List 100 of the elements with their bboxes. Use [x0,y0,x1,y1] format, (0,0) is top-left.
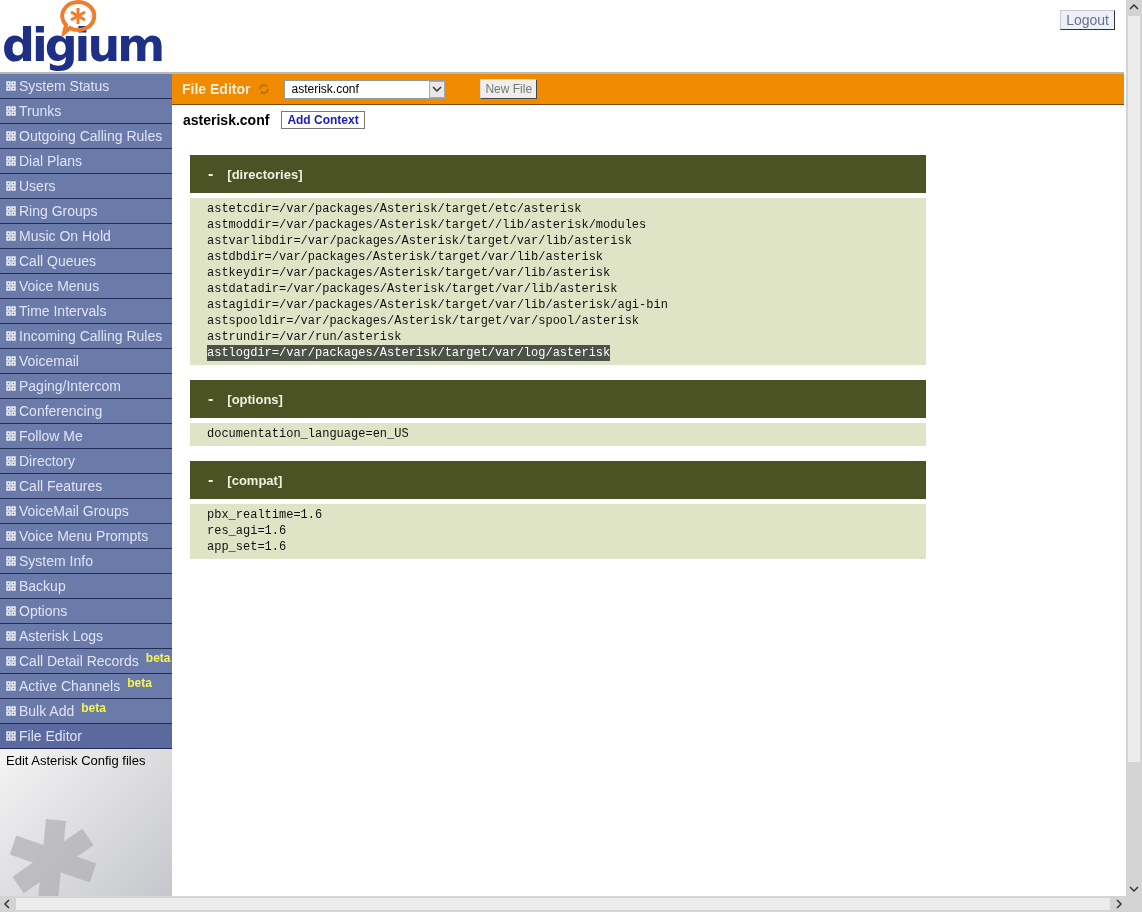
config-line: astrundir=/var/run/asterisk [207,329,402,345]
sidebar-item[interactable]: Call Detail Records $^{beta}$ [0,649,172,674]
toolbar-title: File Editor [182,81,251,97]
section-title: [options] [227,391,283,407]
menu-grid-icon [6,256,16,266]
sidebar-item-label: Directory [19,453,75,469]
config-line: astvarlibdir=/var/packages/Asterisk/target/var/lib/asterisk [207,233,632,249]
sidebar-item[interactable]: Paging/Intercom [0,374,172,399]
sidebar-item-label: Outgoing Calling Rules [19,128,163,144]
sidebar-item[interactable]: System Status [0,74,172,99]
sidebar-item[interactable]: File Editor [0,724,172,749]
sidebar-item[interactable]: Asterisk Logs [0,624,172,649]
file-select[interactable]: asterisk.conf [284,79,447,99]
menu-grid-icon [6,131,16,141]
sidebar-item-label: File Editor [19,728,83,744]
sidebar-item-label: Backup [19,578,66,594]
add-context-button[interactable]: Add Context [281,111,365,129]
sidebar-item[interactable]: Call Features [0,474,172,499]
sidebar-item[interactable]: Incoming Calling Rules [0,324,172,349]
menu-grid-icon [6,106,16,116]
menu-grid-icon [6,331,16,341]
collapse-toggle[interactable]: - [208,390,214,408]
sidebar-item-label: VoiceMail Groups [19,503,129,519]
config-line: astetcdir=/var/packages/Asterisk/target/etc/asterisk [207,201,582,217]
menu-grid-icon [6,281,16,291]
page-description: Edit Asterisk Config files [5,752,147,770]
sidebar-item[interactable]: Outgoing Calling Rules [0,124,172,149]
sidebar-item[interactable]: Conferencing [0,399,172,424]
collapse-toggle[interactable]: - [208,165,214,183]
sidebar-item[interactable]: Call Queues [0,249,172,274]
sidebar-item-label: Music On Hold [19,228,111,244]
menu-grid-icon [6,156,16,166]
sidebar-item[interactable]: Backup [0,574,172,599]
menu-grid-icon [6,631,16,641]
sidebar-item-label: Ring Groups [19,203,98,219]
sidebar-item[interactable]: Dial Plans [0,149,172,174]
sidebar-item[interactable]: Voicemail [0,349,172,374]
menu-grid-icon [6,231,16,241]
sidebar-item[interactable]: Music On Hold [0,224,172,249]
menu-grid-icon [6,506,16,516]
sidebar-item[interactable]: Options [0,599,172,624]
menu-grid-icon [6,556,16,566]
sidebar-item-label: Bulk Add [19,703,75,719]
config-line: astkeydir=/var/packages/Asterisk/target/var/lib/asterisk [207,265,611,281]
menu-grid-icon [6,581,16,591]
menu-grid-icon [6,731,16,741]
sidebar-item-label: Voice Menu Prompts [19,528,149,544]
logout-button[interactable]: Logout [1060,10,1115,30]
sidebar-item-label: Dial Plans [19,153,83,169]
sidebar-item[interactable]: Ring Groups [0,199,172,224]
config-line: astmoddir=/var/packages/Asterisk/target//lib/asterisk/modules [207,217,647,233]
sidebar-item[interactable]: Voice Menu Prompts [0,524,172,549]
section-title: [directories] [227,166,303,182]
beta-label: beta [81,701,106,715]
menu-grid-icon [6,206,16,216]
sidebar-item[interactable]: Follow Me [0,424,172,449]
sidebar-item[interactable]: Active Channels $^{beta}$ [0,674,172,699]
sidebar-item-label: Conferencing [19,403,103,419]
sidebar-item-label: Incoming Calling Rules [19,328,163,344]
menu-grid-icon [6,606,16,616]
sidebar-item[interactable]: Time Intervals [0,299,172,324]
sidebar-item-label: Options [19,603,68,619]
config-line: astagidir=/var/packages/Asterisk/target/var/lib/asterisk/agi-bin [207,297,668,313]
sidebar-item-label: Users [19,178,56,194]
sidebar-item-label: Time Intervals [19,303,107,319]
sidebar-item[interactable]: Users [0,174,172,199]
menu-grid-icon [6,456,16,466]
file-name: asterisk.conf [183,112,270,128]
menu-grid-icon [6,706,16,716]
sidebar-item-label: Call Queues [19,253,97,269]
sidebar-item[interactable]: Directory [0,449,172,474]
caret-icon [429,80,446,98]
sidebar-item[interactable]: Trunks [0,99,172,124]
menu-grid-icon [6,681,16,691]
sidebar-item-label: Follow Me [19,428,83,444]
sidebar-item-label: Paging/Intercom [19,378,121,394]
new-file-button[interactable]: New File [480,79,538,99]
sidebar-item-label: Voice Menus [19,278,100,294]
config-line: pbx_realtime=1.6 [207,507,323,523]
sidebar-item[interactable]: Bulk Add $^{beta}$ [0,699,172,724]
sidebar-item[interactable]: Voice Menus [0,274,172,299]
config-line: app_set=1.6 [207,539,287,555]
sidebar-item-label: Call Features [19,478,103,494]
config-line: res_agi=1.6 [207,523,287,539]
sidebar-item-label: Trunks [19,103,62,119]
config-line: astspooldir=/var/packages/Asterisk/target/var/spool/asterisk [207,313,640,329]
menu-grid-icon [6,356,16,366]
sidebar-item[interactable]: System Info [0,549,172,574]
menu-grid-icon [6,406,16,416]
sidebar-item-label: Active Channels [19,678,121,694]
menu-grid-icon [6,431,16,441]
config-line: documentation_language=en_US [207,426,409,442]
sidebar-item-label: Call Detail Records [19,653,139,669]
sidebar-item-label: System Info [19,553,93,569]
sidebar-item-label: Asterisk Logs [19,628,104,644]
sidebar-item-label: Voicemail [19,353,79,369]
menu-grid-icon [6,656,16,666]
sidebar-item[interactable]: VoiceMail Groups [0,499,172,524]
collapse-toggle[interactable]: - [208,471,214,489]
beta-label: beta [145,651,171,665]
